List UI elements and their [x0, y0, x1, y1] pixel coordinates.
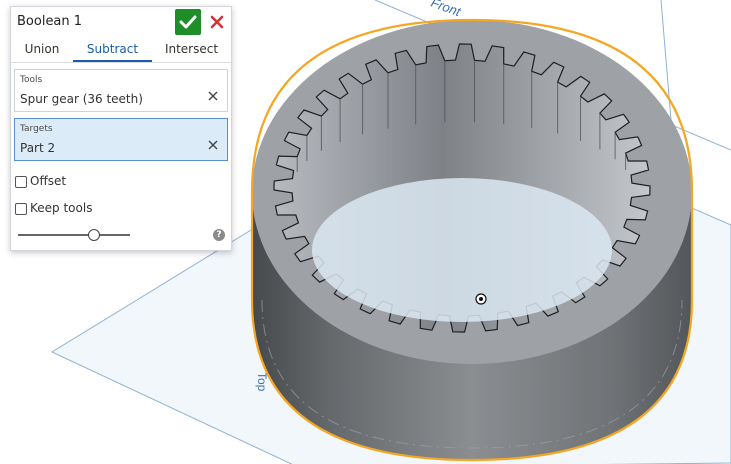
clear-tools-icon[interactable]	[207, 90, 219, 102]
cancel-button[interactable]	[206, 11, 228, 33]
help-icon[interactable]: ?	[213, 229, 225, 241]
offset-checkbox[interactable]	[15, 176, 27, 188]
tools-field[interactable]: Tools Spur gear (36 teeth)	[14, 69, 228, 112]
slider-thumb[interactable]	[88, 229, 100, 241]
targets-field[interactable]: Targets Part 2	[14, 118, 228, 161]
slider-track	[18, 234, 130, 236]
close-icon	[210, 15, 224, 29]
tools-value: Spur gear (36 teeth)	[20, 92, 143, 106]
tab-subtract[interactable]: Subtract	[73, 38, 152, 62]
tab-intersect[interactable]: Intersect	[152, 38, 231, 62]
keep-tools-checkbox[interactable]	[15, 203, 27, 215]
keep-tools-label: Keep tools	[30, 201, 93, 215]
tools-label: Tools	[20, 75, 43, 85]
front-plane-label: Front	[429, 0, 464, 20]
dialog-slider[interactable]	[18, 227, 130, 243]
targets-value: Part 2	[20, 141, 56, 155]
offset-label: Offset	[30, 174, 67, 188]
boolean-feature-dialog: Boolean 1 Union Subtract Intersect Tools…	[10, 6, 232, 251]
accept-button[interactable]	[175, 9, 201, 35]
dialog-header: Boolean 1	[11, 7, 231, 37]
tab-union[interactable]: Union	[11, 38, 73, 62]
cavity-floor	[312, 178, 612, 322]
checkmark-icon	[179, 15, 197, 29]
targets-label: Targets	[20, 124, 53, 134]
clear-targets-icon[interactable]	[207, 139, 219, 151]
dialog-title: Boolean 1	[17, 14, 83, 29]
operation-tabs: Union Subtract Intersect	[11, 38, 231, 63]
origin-marker-icon	[475, 293, 487, 305]
